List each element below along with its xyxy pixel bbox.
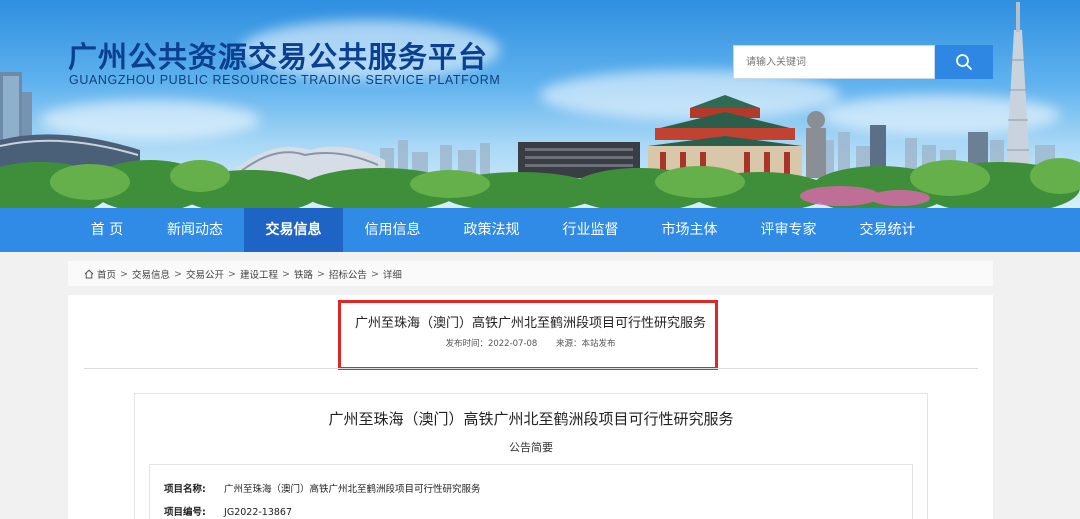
row-value: JG2022-13867 — [224, 507, 293, 518]
search-input[interactable] — [734, 46, 934, 78]
site-title: 广州公共资源交易公共服务平台 — [68, 40, 489, 74]
nav-item-trading-info[interactable]: 交易信息 — [244, 208, 343, 252]
nav-item-market-entities[interactable]: 市场主体 — [640, 208, 739, 252]
notice-summary-table: 项目名称: 广州至珠海（澳门）高铁广州北至鹤洲段项目可行性研究服务 项目编号: … — [149, 464, 913, 519]
nav-item-policy[interactable]: 政策法规 — [442, 208, 541, 252]
breadcrumb-item-tender-notice[interactable]: 招标公告 — [329, 267, 367, 281]
table-row: 项目名称: 广州至珠海（澳门）高铁广州北至鹤洲段项目可行性研究服务 — [164, 481, 481, 495]
breadcrumb: 首页 > 交易信息 > 交易公开 > 建设工程 > 铁路 > 招标公告 > 详细 — [84, 267, 402, 281]
breadcrumb-item-trading-info[interactable]: 交易信息 — [132, 267, 170, 281]
nav-item-home[interactable]: 首 页 — [58, 208, 156, 252]
nav-item-supervision[interactable]: 行业监督 — [541, 208, 640, 252]
nav-item-credit-info[interactable]: 信用信息 — [343, 208, 442, 252]
search-button[interactable] — [935, 45, 993, 79]
breadcrumb-separator: > — [370, 268, 379, 280]
article-card: 广州至珠海（澳门）高铁广州北至鹤洲段项目可行性研究服务 发布时间：2022-07… — [68, 295, 993, 519]
notice-body: 广州至珠海（澳门）高铁广州北至鹤洲段项目可行性研究服务 公告简要 项目名称: 广… — [134, 393, 928, 519]
breadcrumb-separator: > — [120, 268, 128, 280]
breadcrumb-item-construction[interactable]: 建设工程 — [240, 267, 278, 281]
breadcrumb-separator: > — [281, 268, 290, 280]
header-banner: 广州公共资源交易公共服务平台 GUANGZHOU PUBLIC RESOURCE… — [0, 0, 1080, 208]
breadcrumb-separator: > — [316, 268, 325, 280]
highlight-box — [338, 300, 718, 370]
breadcrumb-item-home[interactable]: 首页 — [97, 267, 116, 281]
breadcrumb-item-detail: 详细 — [382, 270, 402, 281]
nav-item-statistics[interactable]: 交易统计 — [838, 208, 937, 252]
main-nav: 首 页 新闻动态 交易信息 信用信息 政策法规 行业监督 市场主体 评审专家 交… — [0, 208, 1080, 252]
city-skyline-illustration — [0, 2, 1080, 208]
divider — [84, 368, 978, 369]
table-row: 项目编号: JG2022-13867 — [164, 504, 292, 518]
breadcrumb-separator: > — [227, 268, 236, 280]
site-subtitle: GUANGZHOU PUBLIC RESOURCES TRADING SERVI… — [69, 73, 501, 87]
nav-item-experts[interactable]: 评审专家 — [739, 208, 838, 252]
notice-title: 广州至珠海（澳门）高铁广州北至鹤洲段项目可行性研究服务 — [328, 410, 734, 428]
breadcrumb-item-trading-public[interactable]: 交易公开 — [186, 267, 224, 281]
breadcrumb-item-railway[interactable]: 铁路 — [294, 267, 313, 281]
search-box[interactable] — [733, 45, 935, 79]
row-label: 项目名称: — [164, 484, 206, 495]
row-value: 广州至珠海（澳门）高铁广州北至鹤洲段项目可行性研究服务 — [224, 484, 481, 495]
row-label: 项目编号: — [164, 507, 206, 518]
search-icon — [956, 54, 972, 70]
nav-item-news[interactable]: 新闻动态 — [146, 208, 244, 252]
breadcrumb-bar: 首页 > 交易信息 > 交易公开 > 建设工程 > 铁路 > 招标公告 > 详细 — [68, 261, 993, 286]
breadcrumb-separator: > — [174, 268, 182, 280]
home-icon — [84, 269, 94, 279]
notice-subtitle: 公告简要 — [509, 441, 553, 454]
